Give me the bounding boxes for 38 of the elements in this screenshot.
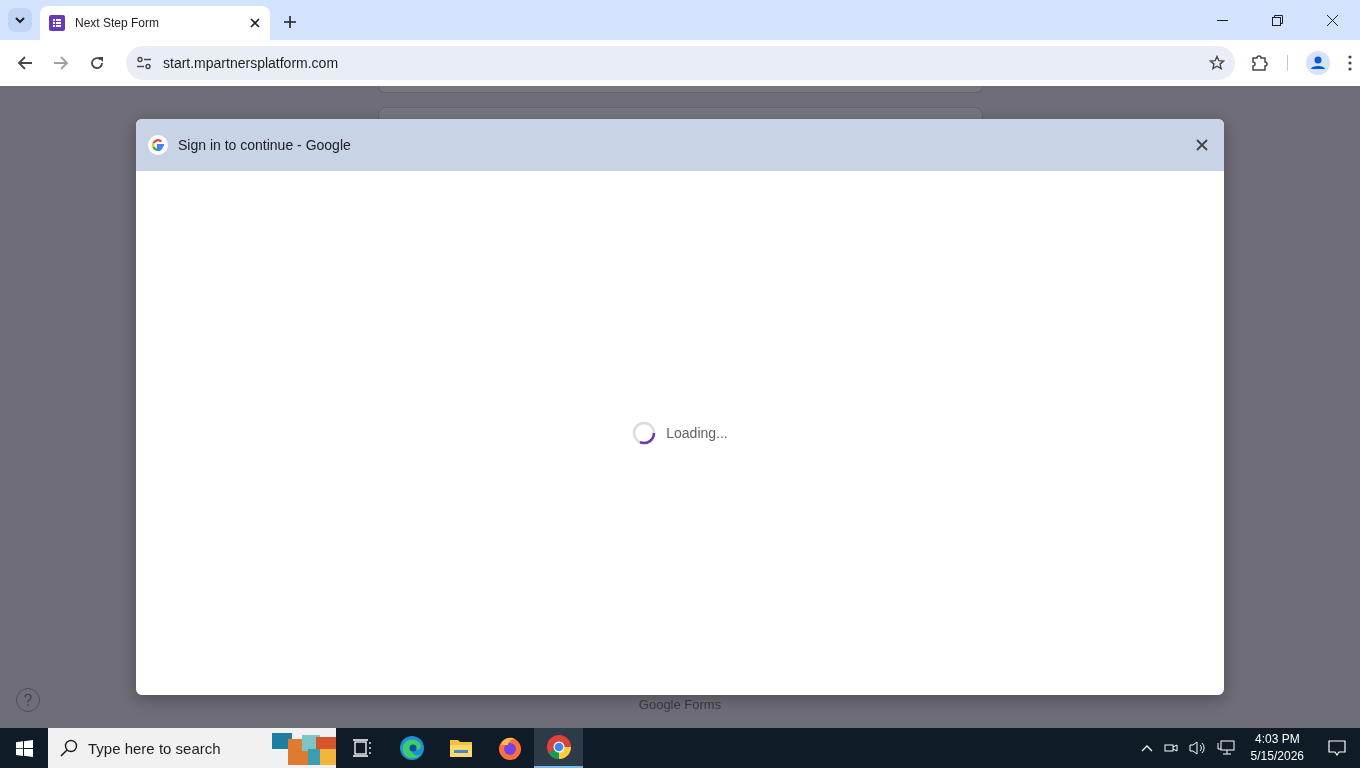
notification-icon[interactable] — [1328, 739, 1346, 757]
close-icon[interactable] — [250, 18, 260, 28]
reload-icon[interactable] — [89, 55, 105, 71]
menu-icon[interactable] — [1348, 55, 1352, 71]
tab-search-button[interactable] — [8, 8, 32, 32]
firefox-icon — [496, 735, 523, 761]
form-icon — [49, 15, 65, 31]
windows-icon — [15, 739, 33, 757]
question-icon — [24, 694, 32, 706]
google-logo-icon — [148, 135, 168, 155]
restore-icon[interactable] — [1272, 14, 1283, 26]
back-icon[interactable] — [17, 55, 33, 71]
forward-icon[interactable] — [53, 55, 69, 71]
star-icon[interactable] — [1209, 55, 1225, 71]
new-tab-icon[interactable] — [284, 16, 296, 28]
address-bar[interactable]: start.mpartnersplatform.com — [126, 46, 1235, 80]
browser-tab[interactable]: Next Step Form — [40, 6, 270, 40]
edge-icon — [398, 735, 425, 761]
search-icon — [60, 739, 78, 757]
spinner-icon — [632, 421, 657, 445]
taskbar-app[interactable] — [534, 728, 583, 768]
clock-date[interactable]: 5/15/2026 — [1250, 748, 1304, 765]
close-icon[interactable] — [1327, 14, 1338, 26]
loading-text: Loading... — [666, 425, 728, 441]
network-icon[interactable] — [1216, 740, 1235, 756]
dialog-title: Sign in to continue - Google — [178, 137, 352, 153]
puzzle-icon[interactable] — [1251, 54, 1269, 72]
site-settings-icon[interactable] — [136, 55, 152, 71]
profile-icon[interactable] — [1306, 51, 1330, 75]
puzzle-pieces-icon — [272, 731, 336, 765]
chevron-up-icon[interactable] — [1140, 744, 1153, 752]
search-field[interactable]: Type here to search — [48, 728, 336, 768]
volume-icon[interactable] — [1188, 740, 1207, 756]
clock-time[interactable]: 4:03 PM — [1254, 731, 1300, 748]
task-view-icon — [352, 739, 373, 757]
folder-icon — [448, 737, 473, 759]
close-icon[interactable] — [1196, 139, 1208, 151]
chrome-icon — [545, 734, 572, 760]
